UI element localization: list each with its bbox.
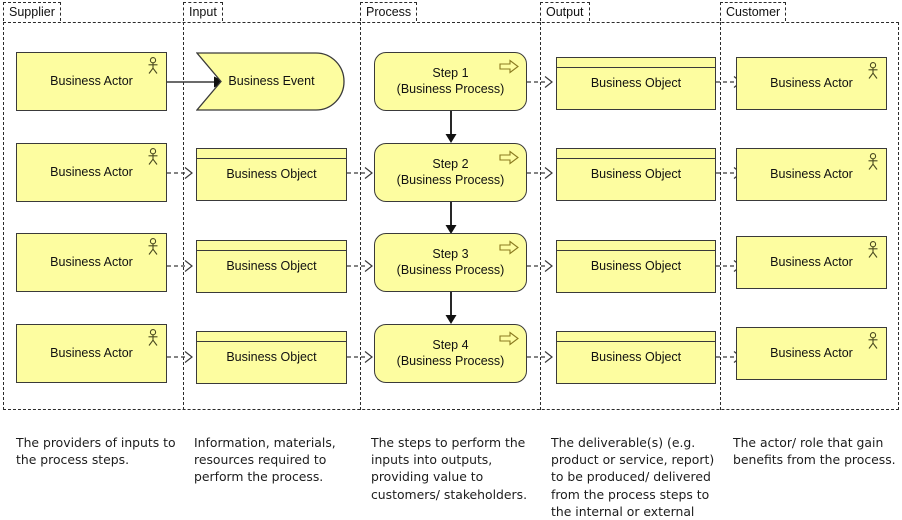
node-label: Business Actor	[770, 254, 853, 269]
node-label: Step 1	[432, 65, 469, 80]
node-label: Business Object	[226, 349, 317, 364]
node-label: Business Object	[226, 258, 317, 273]
process-step-2[interactable]: Step 2 (Business Process)	[374, 143, 527, 202]
process-arrow-icon	[499, 331, 519, 346]
object-header-band	[556, 57, 716, 68]
object-header-band	[556, 331, 716, 342]
description-output: The deliverable(s) (e.g. product or serv…	[551, 435, 715, 519]
object-header-band	[556, 240, 716, 251]
node-label: Business Actor	[50, 345, 133, 360]
node-label: Business Object	[590, 258, 682, 273]
actor-stick-figure-icon	[866, 62, 880, 80]
actor-stick-figure-icon	[866, 153, 880, 171]
process-step-4[interactable]: Step 4 (Business Process)	[374, 324, 527, 383]
connector-input-to-process-row3	[347, 260, 373, 272]
customer-business-actor-row2[interactable]: Business Actor	[736, 148, 887, 201]
object-header-band	[196, 240, 347, 251]
customer-business-actor-row4[interactable]: Business Actor	[736, 327, 887, 380]
node-label: Business Event	[228, 73, 315, 88]
output-business-object-row4[interactable]: Business Object	[556, 331, 716, 384]
customer-business-actor-row3[interactable]: Business Actor	[736, 236, 887, 289]
node-label: Business Actor	[770, 166, 853, 181]
node-label: Step 4	[432, 337, 469, 352]
node-label: Business Actor	[50, 73, 133, 88]
node-label: Business Actor	[50, 164, 133, 179]
node-label: Business Actor	[770, 75, 853, 90]
actor-stick-figure-icon	[866, 332, 880, 350]
connector-supplier-to-input-row3	[167, 260, 193, 272]
description-supplier: The providers of inputs to the process s…	[16, 435, 176, 468]
connector-supplier-to-input-row2	[167, 167, 193, 179]
node-label: Business Actor	[50, 254, 133, 269]
output-business-object-row1[interactable]: Business Object	[556, 57, 716, 110]
input-business-object-row2[interactable]: Business Object	[196, 148, 347, 201]
node-label: Business Object	[590, 75, 682, 90]
connector-step2-to-step3	[445, 202, 457, 234]
node-label: Step 2	[432, 156, 469, 171]
description-customer: The actor/ role that gain benefits from …	[733, 435, 896, 468]
actor-stick-figure-icon	[146, 238, 160, 256]
connector-step3-to-step4	[445, 292, 457, 324]
supplier-business-actor-row4[interactable]: Business Actor	[16, 324, 167, 383]
connector-process-to-output-row3	[527, 260, 553, 272]
lane-header-customer[interactable]: Customer	[720, 2, 787, 21]
output-business-object-row2[interactable]: Business Object	[556, 148, 716, 201]
customer-business-actor-row1[interactable]: Business Actor	[736, 57, 887, 110]
lane-header-supplier[interactable]: Supplier	[3, 2, 61, 21]
description-process: The steps to perform the inputs into out…	[371, 435, 528, 502]
supplier-business-actor-row2[interactable]: Business Actor	[16, 143, 167, 202]
process-arrow-icon	[499, 150, 519, 165]
connector-process-to-output-row2	[527, 167, 553, 179]
input-business-object-row3[interactable]: Business Object	[196, 240, 347, 293]
node-sublabel: (Business Process)	[396, 262, 505, 277]
supplier-business-actor-row1[interactable]: Business Actor	[16, 52, 167, 111]
process-step-1[interactable]: Step 1 (Business Process)	[374, 52, 527, 111]
actor-stick-figure-icon	[146, 329, 160, 347]
node-label: Business Object	[226, 166, 317, 181]
lane-header-output[interactable]: Output	[540, 2, 590, 21]
sipoc-diagram-canvas: Supplier Input Process Output Customer B…	[0, 0, 902, 519]
actor-stick-figure-icon	[146, 148, 160, 166]
connector-input-to-process-row2	[347, 167, 373, 179]
node-label: Business Object	[590, 349, 682, 364]
output-business-object-row3[interactable]: Business Object	[556, 240, 716, 293]
process-step-3[interactable]: Step 3 (Business Process)	[374, 233, 527, 292]
process-arrow-icon	[499, 59, 519, 74]
connector-process-to-output-row1	[527, 76, 553, 88]
connector-step1-to-step2	[445, 111, 457, 143]
object-header-band	[196, 148, 347, 159]
input-business-event-row1[interactable]: Business Event	[196, 52, 347, 111]
connector-process-to-output-row4	[527, 351, 553, 363]
lane-header-process[interactable]: Process	[360, 2, 418, 21]
node-label: Step 3	[432, 246, 469, 261]
object-header-band	[556, 148, 716, 159]
connector-input-to-process-row4	[347, 351, 373, 363]
description-input: Information, materials, resources requir…	[194, 435, 336, 485]
node-label: Business Actor	[770, 345, 853, 360]
node-label: Business Object	[590, 166, 682, 181]
actor-stick-figure-icon	[146, 57, 160, 75]
supplier-business-actor-row3[interactable]: Business Actor	[16, 233, 167, 292]
input-business-object-row4[interactable]: Business Object	[196, 331, 347, 384]
node-sublabel: (Business Process)	[396, 353, 505, 368]
node-sublabel: (Business Process)	[396, 172, 505, 187]
node-sublabel: (Business Process)	[396, 81, 505, 96]
connector-supplier-to-input-row4	[167, 351, 193, 363]
process-arrow-icon	[499, 240, 519, 255]
actor-stick-figure-icon	[866, 241, 880, 259]
lane-header-input[interactable]: Input	[183, 2, 223, 21]
object-header-band	[196, 331, 347, 342]
